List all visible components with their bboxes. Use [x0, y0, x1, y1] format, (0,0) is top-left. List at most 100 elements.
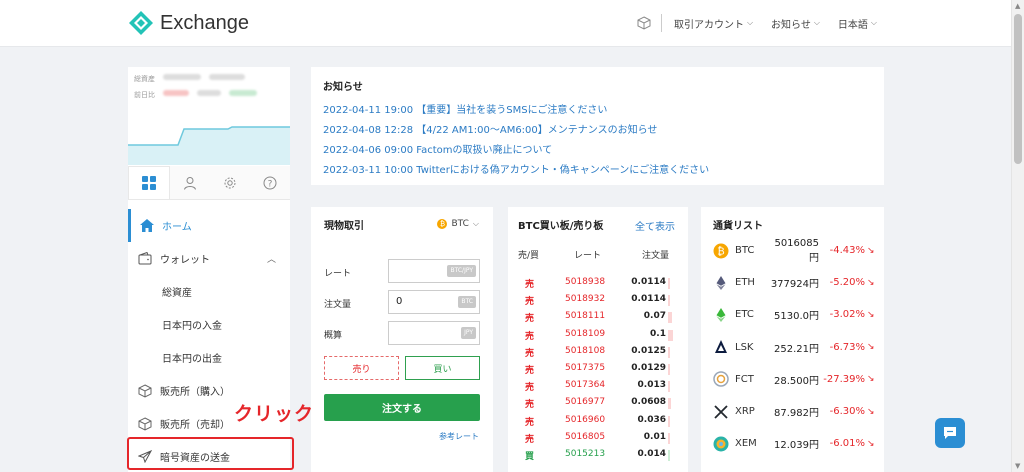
order-book-row[interactable]: 売 5016977 0.0608: [508, 395, 688, 412]
depth-bar: [668, 415, 670, 427]
order-book-row[interactable]: 買 5015213 0.014: [508, 447, 688, 464]
menu-label: 総資産: [162, 288, 192, 299]
currency-price: 28.500円: [774, 375, 819, 387]
coin-selector[interactable]: ₿ BTC ⌵: [437, 219, 479, 229]
trend-down-icon: ↘: [867, 342, 875, 353]
qty-unit: BTC: [458, 296, 476, 308]
order-quantity: 0.07: [643, 311, 666, 322]
order-side: 売: [525, 417, 535, 428]
home-icon: [140, 219, 154, 232]
order-book-card: BTC買い板/売り板 全て表示 売/買 レート 注文量 売 5018938 0.01…: [508, 207, 688, 472]
estimate-unit: JPY: [461, 327, 476, 339]
sidebar-item-jpy-deposit[interactable]: 日本円の入金: [128, 308, 290, 341]
scroll-up-icon[interactable]: ▲: [1015, 2, 1020, 10]
order-side: 売: [525, 434, 535, 445]
order-side: 売: [525, 348, 535, 359]
brand-logo[interactable]: Exchange: [128, 10, 249, 36]
estimate-input[interactable]: JPY: [388, 321, 480, 345]
order-book-row[interactable]: 売 5017364 0.013: [508, 378, 688, 395]
chevron-down-icon: ⌵: [746, 18, 754, 27]
order-book-row[interactable]: 売 5018108 0.0125: [508, 344, 688, 361]
cube-icon[interactable]: [637, 16, 651, 30]
news-link[interactable]: 2022-04-08 12:28 【4/22 AM1:00〜AM6:00】メンテ…: [323, 121, 872, 141]
svg-text:?: ?: [268, 179, 273, 189]
order-quantity: 0.013: [637, 380, 666, 391]
qty-value: 0: [396, 296, 403, 307]
user-icon: [184, 176, 196, 190]
currency-symbol: ETC: [735, 309, 754, 321]
currency-price: 5130.0円: [774, 311, 819, 323]
reference-rate-link[interactable]: 参考レート: [439, 431, 479, 442]
nav-notices[interactable]: お知らせ ⌵: [771, 16, 820, 31]
sidebar-item-home[interactable]: ホーム: [128, 209, 290, 242]
chat-button[interactable]: [935, 418, 965, 448]
qty-input[interactable]: 0 BTC: [388, 290, 480, 314]
order-price: 5016960: [565, 414, 606, 425]
order-price: 5018108: [565, 345, 606, 356]
scroll-thumb[interactable]: [1014, 14, 1022, 164]
sidebar-item-total-assets[interactable]: 総資産: [128, 275, 290, 308]
sidebar-menu: ホーム ウォレット ︿ 総資産 日本円の入金 日本円の出金 販売所（購入） 販売…: [128, 209, 290, 472]
question-icon: ?: [263, 176, 277, 189]
currency-symbol: XRP: [735, 406, 755, 417]
tab-account[interactable]: [170, 166, 210, 199]
grid-icon: [142, 176, 156, 190]
currency-row[interactable]: FCT 28.500円 -27.39% ↘: [713, 364, 876, 395]
tab-dashboard[interactable]: [128, 166, 170, 199]
sell-button[interactable]: 売り: [324, 356, 399, 380]
order-book-row[interactable]: 売 5016960 0.036: [508, 413, 688, 430]
col-qty-header: 注文量: [642, 251, 670, 261]
order-book-row[interactable]: 売 5016805 0.01: [508, 430, 688, 447]
order-price: 5016805: [565, 431, 606, 442]
header-divider: [660, 14, 662, 32]
tab-help[interactable]: ?: [250, 166, 290, 199]
tab-settings[interactable]: [210, 166, 250, 199]
currency-change: -3.02%: [829, 309, 865, 321]
cube-icon: [138, 416, 152, 431]
depth-bar: [668, 364, 670, 375]
nav-language[interactable]: 日本語 ⌵: [838, 16, 877, 31]
order-book-row[interactable]: 売 5018938 0.0114: [508, 275, 688, 292]
fct-icon: [713, 371, 729, 388]
rate-input[interactable]: BTC/JPY: [388, 259, 480, 283]
currency-row[interactable]: ETC 5130.0円 -3.02% ↘: [713, 299, 876, 330]
place-order-button[interactable]: 注文する: [324, 394, 480, 421]
currency-row[interactable]: LSK 252.21円 -6.73% ↘: [713, 332, 876, 363]
gear-icon: [224, 177, 236, 188]
xrp-icon: [713, 404, 729, 420]
order-quantity: 0.0114: [631, 277, 666, 287]
estimate-label: 概算: [324, 331, 343, 341]
menu-label: 販売所（売却）: [160, 420, 230, 431]
currency-row[interactable]: XRP 87.982円 -6.30% ↘: [713, 396, 876, 427]
svg-text:₿: ₿: [717, 245, 724, 257]
page-scrollbar[interactable]: ▲ ▼: [1011, 0, 1024, 472]
menu-label: ウォレット: [160, 255, 210, 266]
order-price: 5015213: [565, 449, 606, 459]
header-nav: 取引アカウント ⌵ お知らせ ⌵ 日本語 ⌵: [637, 14, 877, 32]
order-price: 5017375: [565, 363, 606, 373]
show-all-link[interactable]: 全て表示: [635, 218, 675, 233]
order-book-row[interactable]: 売 5018932 0.0114: [508, 292, 688, 309]
buy-button[interactable]: 買い: [405, 356, 480, 380]
sidebar-item-wallet[interactable]: ウォレット ︿: [128, 242, 290, 275]
news-link[interactable]: 2022-03-11 10:00 Twitterにおける偽アカウント・偽キャンペ…: [323, 161, 872, 181]
order-book-row[interactable]: 売 5017375 0.0129: [508, 361, 688, 378]
order-side: 買: [525, 452, 535, 462]
order-quantity: 0.0608: [631, 397, 666, 408]
depth-bar: [668, 295, 670, 307]
order-side: 売: [525, 383, 535, 394]
highlight-box: [127, 437, 294, 470]
logo-icon: [129, 11, 153, 35]
news-link[interactable]: 2022-04-06 09:00 Factomの取扱い廃止について: [323, 141, 872, 161]
depth-bar: [668, 278, 670, 289]
nav-trading-account[interactable]: 取引アカウント ⌵: [674, 16, 753, 31]
scroll-down-icon[interactable]: ▼: [1015, 462, 1020, 470]
currency-row[interactable]: XEM 12.039円 -6.01% ↘: [713, 428, 876, 459]
order-side: 売: [525, 331, 535, 342]
order-book-row[interactable]: 売 5018109 0.1: [508, 327, 688, 344]
news-link[interactable]: 2022-04-11 19:00 【重要】当社を装うSMSにご注意ください: [323, 101, 872, 121]
currency-row[interactable]: ₿ BTC 5016085円 -4.43% ↘: [713, 235, 876, 266]
currency-row[interactable]: ETH 377924円 -5.20% ↘: [713, 267, 876, 298]
sidebar-item-jpy-withdraw[interactable]: 日本円の出金: [128, 341, 290, 374]
order-book-row[interactable]: 売 5018111 0.07: [508, 309, 688, 326]
